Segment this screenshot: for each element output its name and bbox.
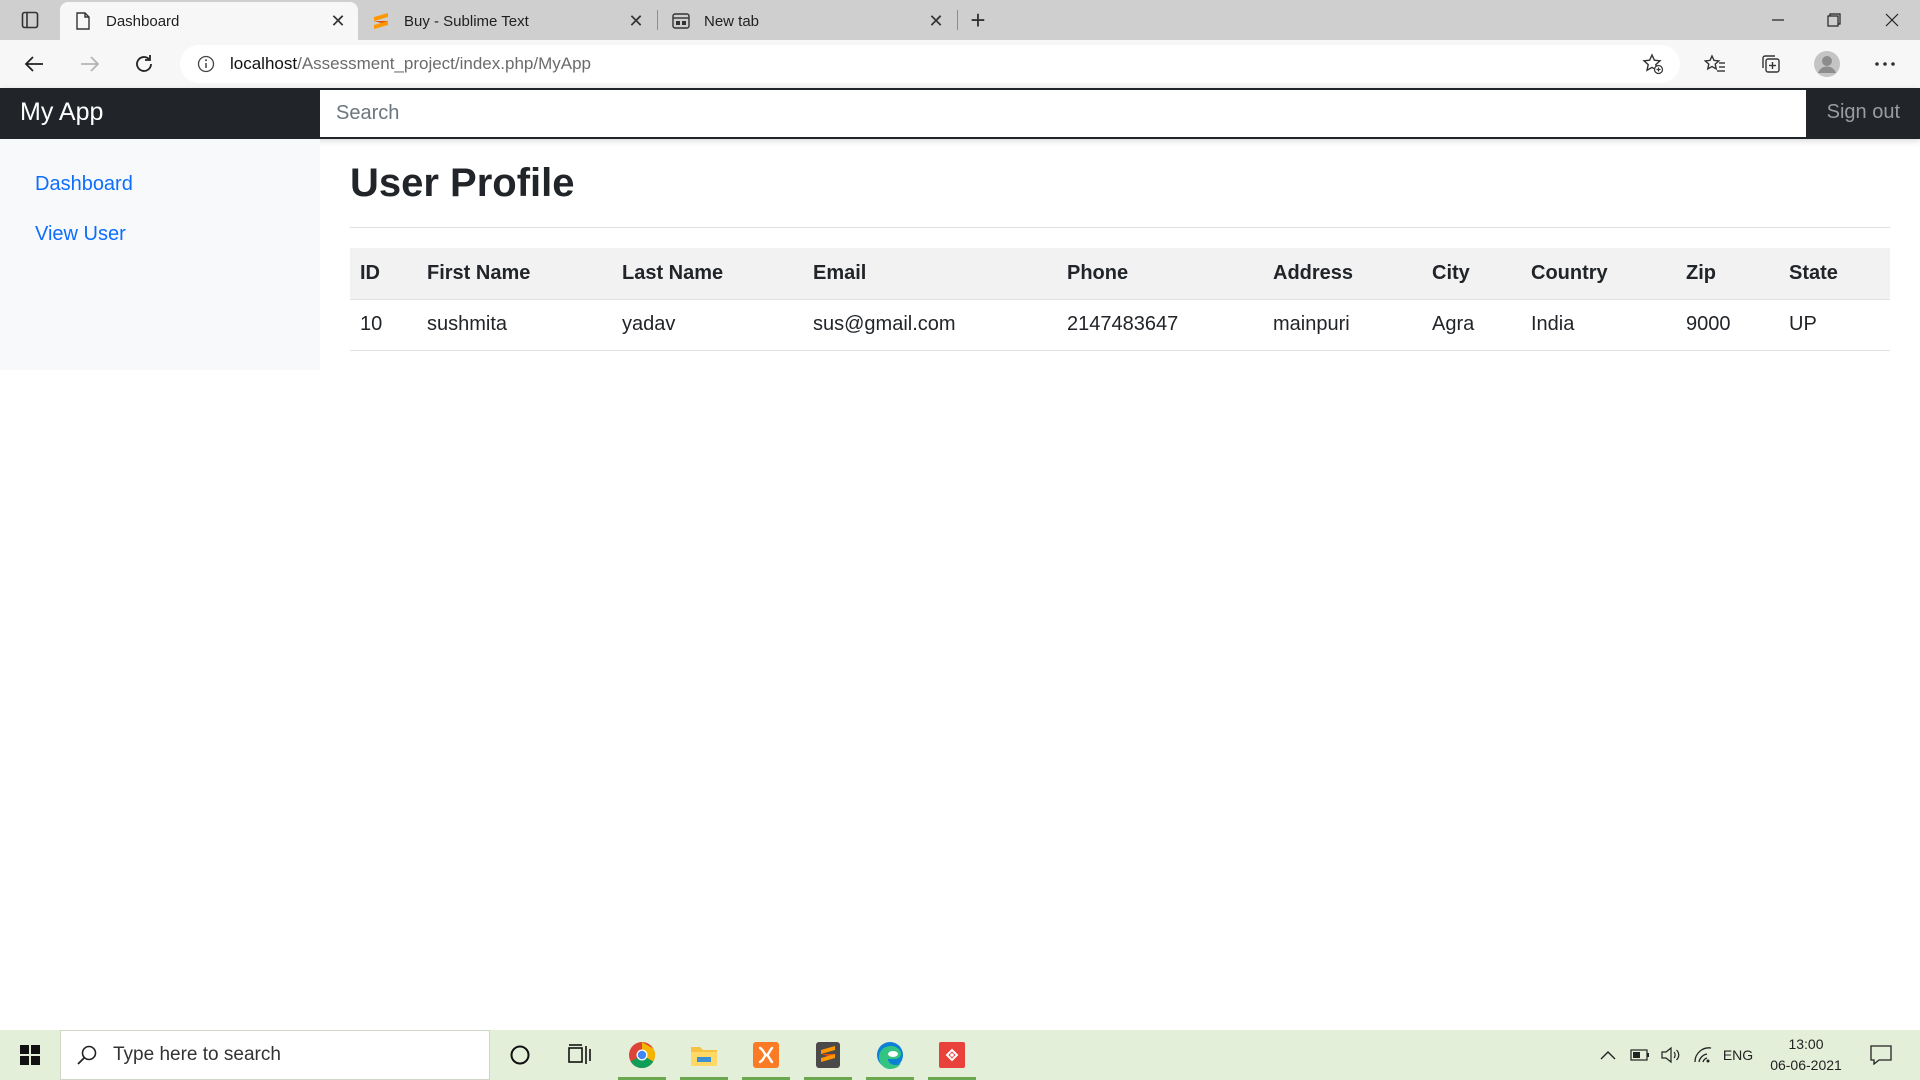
profile-avatar-icon[interactable]: [1812, 49, 1842, 79]
windows-taskbar: Type here to search ENG 13:00 06-06-2021: [0, 1030, 1920, 1080]
table-header-row: ID First Name Last Name Email Phone Addr…: [350, 248, 1890, 300]
restore-icon[interactable]: [1806, 0, 1862, 40]
collections-icon[interactable]: [1756, 49, 1786, 79]
search-input[interactable]: [320, 90, 1806, 137]
column-header-email: Email: [803, 248, 1057, 300]
cell-state: UP: [1779, 299, 1890, 351]
tab-separator: [957, 10, 958, 30]
task-view-icon[interactable]: [556, 1030, 604, 1080]
chrome-icon[interactable]: [618, 1030, 666, 1080]
url-text: localhost/Assessment_project/index.php/M…: [230, 54, 591, 74]
brand-logo[interactable]: My App: [20, 98, 103, 127]
close-icon[interactable]: ✕: [922, 7, 950, 35]
battery-icon[interactable]: [1628, 1042, 1652, 1068]
column-header-city: City: [1422, 248, 1521, 300]
tab-new-tab[interactable]: New tab ✕: [658, 2, 956, 40]
close-icon[interactable]: ✕: [324, 7, 352, 35]
column-header-zip: Zip: [1676, 248, 1779, 300]
tab-sublime[interactable]: Buy - Sublime Text ✕: [358, 2, 656, 40]
close-icon[interactable]: ✕: [622, 7, 650, 35]
taskbar-search-placeholder: Type here to search: [113, 1044, 281, 1065]
sign-out-link[interactable]: Sign out: [1827, 101, 1900, 124]
search-icon: [77, 1045, 97, 1065]
page-icon: [74, 12, 92, 30]
column-header-address: Address: [1263, 248, 1422, 300]
tab-title: Buy - Sublime Text: [404, 12, 529, 30]
table-row: 10 sushmita yadav sus@gmail.com 21474836…: [350, 299, 1890, 351]
cell-first-name: sushmita: [417, 299, 612, 351]
chevron-up-icon[interactable]: [1596, 1042, 1620, 1068]
language-indicator[interactable]: ENG: [1720, 1042, 1756, 1068]
newtab-icon: [672, 12, 690, 30]
cell-city: Agra: [1422, 299, 1521, 351]
column-header-phone: Phone: [1057, 248, 1263, 300]
system-clock[interactable]: 13:00 06-06-2021: [1760, 1034, 1852, 1076]
refresh-icon[interactable]: [126, 46, 162, 82]
windows-start-icon[interactable]: [10, 1035, 50, 1075]
cell-email: sus@gmail.com: [803, 299, 1057, 351]
volume-icon[interactable]: [1658, 1042, 1682, 1068]
edge-icon[interactable]: [866, 1030, 914, 1080]
info-icon[interactable]: [196, 54, 216, 74]
column-header-first-name: First Name: [417, 248, 612, 300]
app-navbar: My App Sign out: [0, 88, 1920, 139]
cell-id: 10: [350, 299, 417, 351]
column-header-id: ID: [350, 248, 417, 300]
tab-actions-icon[interactable]: [12, 8, 48, 32]
sidebar: Dashboard View User: [0, 139, 320, 370]
cell-last-name: yadav: [612, 299, 803, 351]
clock-time: 13:00: [1788, 1036, 1824, 1052]
cortana-icon[interactable]: [496, 1030, 544, 1080]
cell-zip: 9000: [1676, 299, 1779, 351]
browser-toolbar: localhost/Assessment_project/index.php/M…: [0, 40, 1920, 88]
sublime-text-icon[interactable]: [804, 1030, 852, 1080]
tab-dashboard[interactable]: Dashboard ✕: [60, 2, 358, 40]
browser-tab-bar: Dashboard ✕ Buy - Sublime Text ✕ New tab…: [0, 0, 1920, 40]
favorites-icon[interactable]: [1700, 49, 1730, 79]
cell-address: mainpuri: [1263, 299, 1422, 351]
sidebar-item-dashboard[interactable]: Dashboard: [35, 173, 133, 196]
cell-phone: 2147483647: [1057, 299, 1263, 351]
url-host: localhost: [230, 54, 298, 73]
tab-title: Dashboard: [106, 12, 180, 30]
more-options-icon[interactable]: [1870, 49, 1900, 79]
sidebar-item-view-user[interactable]: View User: [35, 223, 126, 246]
notifications-icon[interactable]: [1866, 1042, 1896, 1068]
clock-date: 06-06-2021: [1770, 1057, 1842, 1073]
tab-title: New tab: [704, 12, 760, 30]
page-title: User Profile: [350, 161, 575, 205]
new-tab-button[interactable]: +: [962, 4, 994, 36]
url-path: /Assessment_project/index.php/MyApp: [297, 54, 591, 73]
back-arrow-icon[interactable]: [16, 46, 52, 82]
divider: [350, 227, 1890, 228]
forward-arrow-icon[interactable]: [72, 46, 108, 82]
add-favorite-icon[interactable]: [1642, 53, 1664, 75]
file-explorer-icon[interactable]: [680, 1030, 728, 1080]
column-header-state: State: [1779, 248, 1890, 300]
git-icon[interactable]: [928, 1030, 976, 1080]
sublime-icon: [372, 12, 390, 30]
user-table: ID First Name Last Name Email Phone Addr…: [350, 248, 1890, 351]
window-close-icon[interactable]: [1864, 0, 1920, 40]
column-header-last-name: Last Name: [612, 248, 803, 300]
wifi-icon[interactable]: [1690, 1042, 1716, 1068]
cell-country: India: [1521, 299, 1676, 351]
xampp-icon[interactable]: [742, 1030, 790, 1080]
minimize-icon[interactable]: [1750, 0, 1806, 40]
taskbar-search-box[interactable]: Type here to search: [60, 1030, 490, 1080]
address-bar[interactable]: localhost/Assessment_project/index.php/M…: [180, 45, 1680, 83]
column-header-country: Country: [1521, 248, 1676, 300]
